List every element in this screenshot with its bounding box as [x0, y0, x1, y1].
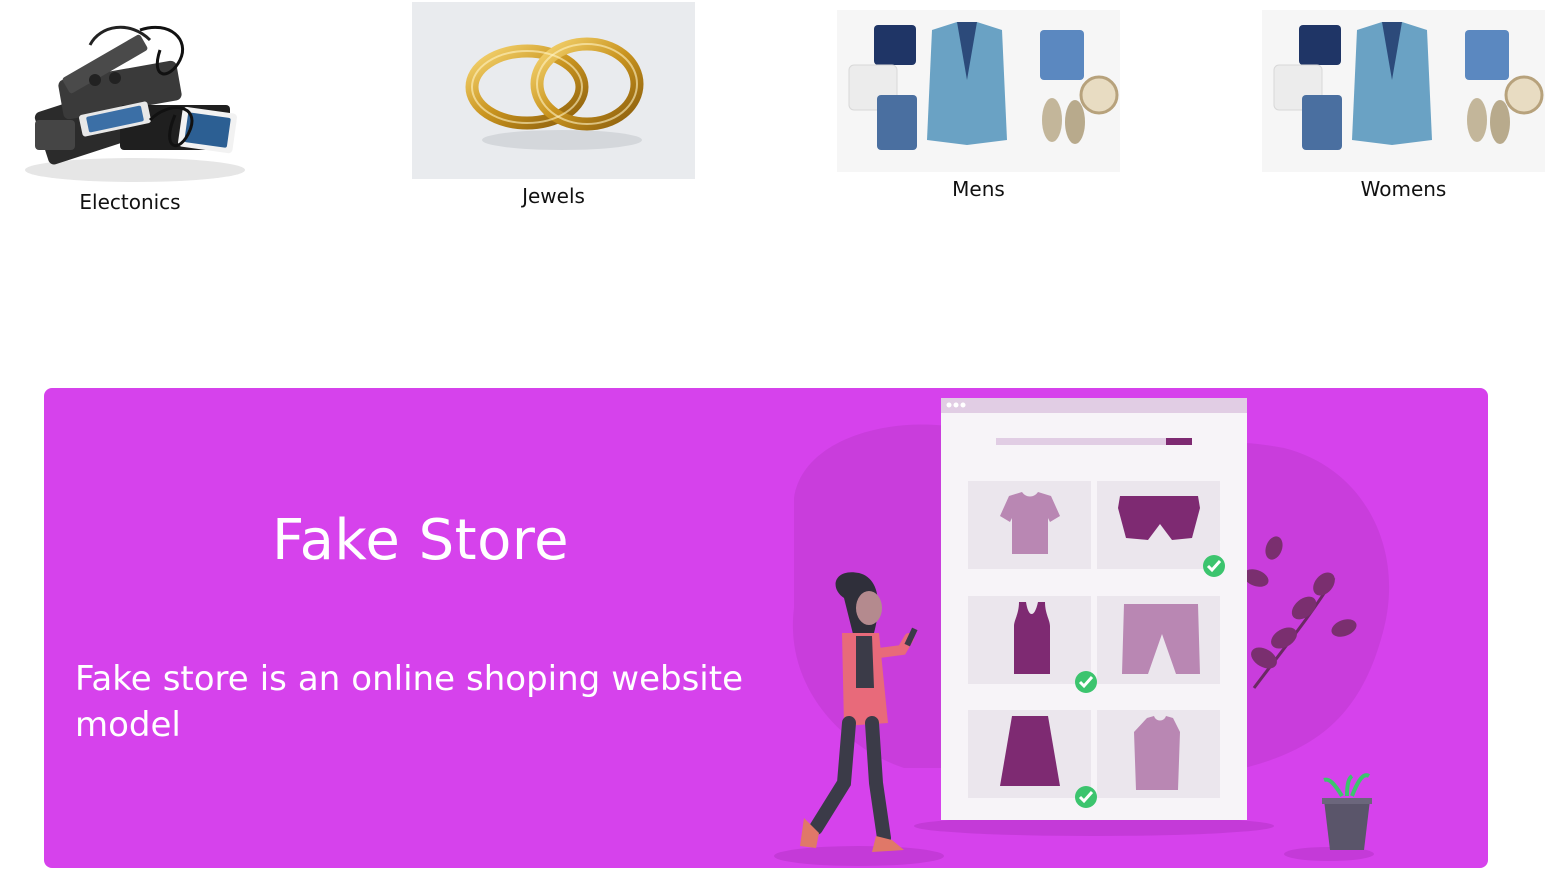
page: Electonics Jewels Mens Womens Fake Store… — [0, 0, 1547, 871]
category-jewels[interactable]: Jewels — [412, 0, 695, 215]
category-womens[interactable]: Womens — [1262, 0, 1545, 210]
rings-image — [412, 2, 695, 179]
category-mens[interactable]: Mens — [837, 0, 1120, 210]
category-electronics[interactable]: Electonics — [0, 0, 260, 225]
womens-clothing-image — [1262, 10, 1545, 172]
hero-banner: Fake Store Fake store is an online shopi… — [44, 388, 1488, 868]
electronics-image — [0, 10, 260, 185]
mens-clothing-image — [837, 10, 1120, 172]
online-shopping-illustration — [764, 388, 1464, 868]
category-label: Womens — [1360, 177, 1447, 201]
hero-title: Fake Store — [272, 508, 570, 573]
category-label: Jewels — [522, 184, 585, 208]
category-label: Mens — [952, 177, 1005, 201]
hero-subtitle: Fake store is an online shoping website … — [75, 659, 743, 745]
category-label: Electonics — [79, 190, 181, 214]
